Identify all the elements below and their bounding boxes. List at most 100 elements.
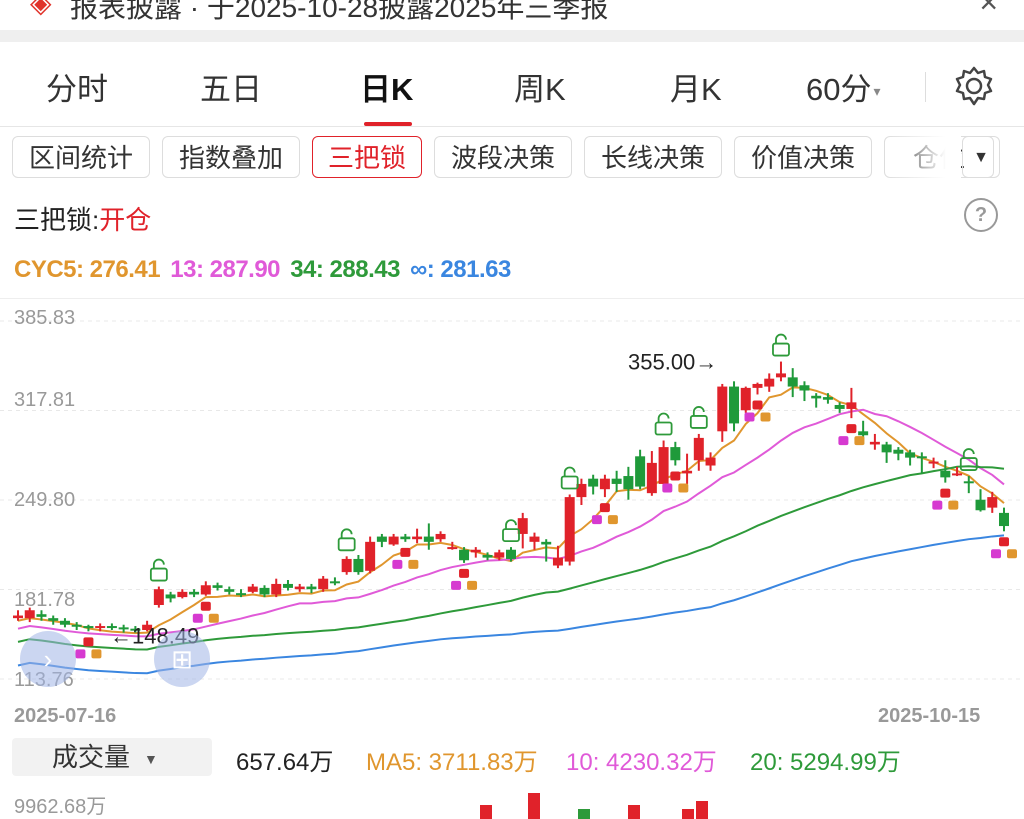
candle-body[interactable] (975, 499, 986, 511)
lock-icon (607, 515, 618, 525)
candle-body[interactable] (952, 473, 963, 476)
chip-long-term-decision[interactable]: 长线决策 (584, 136, 722, 178)
chip-band-decision[interactable]: 波段决策 (434, 136, 572, 178)
candle-body[interactable] (717, 386, 728, 432)
candle-body[interactable] (705, 457, 716, 466)
candle-body[interactable] (83, 626, 94, 629)
tab-intraday[interactable]: 分时 (46, 64, 108, 109)
candle-body[interactable] (846, 402, 857, 409)
candle-body[interactable] (271, 583, 282, 595)
candle-body[interactable] (693, 437, 704, 461)
candle-body[interactable] (729, 386, 740, 424)
tab-weekly-k[interactable]: 周K (514, 64, 566, 109)
candle-body[interactable] (599, 478, 610, 490)
candle-body[interactable] (635, 456, 646, 487)
candle-body[interactable] (376, 536, 387, 542)
candle-body[interactable] (963, 481, 974, 484)
candle-body[interactable] (329, 581, 340, 584)
candle-body[interactable] (529, 536, 540, 542)
candle-body[interactable] (623, 476, 634, 490)
candle-body[interactable] (940, 470, 951, 478)
candle-body[interactable] (459, 549, 470, 561)
candle-body[interactable] (822, 397, 833, 400)
candle-body[interactable] (552, 557, 563, 566)
candle-body[interactable] (318, 578, 329, 590)
candle-body[interactable] (682, 470, 693, 474)
volume-selector[interactable]: 成交量 ▼ (12, 738, 212, 776)
candle-body[interactable] (306, 586, 317, 590)
candle-body[interactable] (740, 387, 751, 411)
candle-body[interactable] (71, 624, 82, 627)
candle-body[interactable] (506, 549, 516, 559)
candle-body[interactable] (787, 377, 798, 387)
candle-body[interactable] (447, 547, 458, 550)
candle-body[interactable] (388, 536, 399, 545)
candle-body[interactable] (200, 585, 211, 595)
gear-icon[interactable] (952, 64, 996, 108)
kline-chart[interactable]: 355.00→ ←148.49 385.83 317.81 249.80 181.… (0, 298, 1024, 699)
candle-body[interactable] (834, 404, 845, 409)
candle-body[interactable] (482, 554, 493, 558)
candle-body[interactable] (987, 497, 998, 508)
candle-body[interactable] (212, 585, 223, 588)
tab-five-day[interactable]: 五日 (200, 64, 262, 109)
candle-body[interactable] (224, 589, 235, 592)
candle-body[interactable] (95, 626, 106, 629)
candle-body[interactable] (13, 615, 23, 619)
candle-body[interactable] (999, 512, 1009, 527)
candle-body[interactable] (869, 441, 880, 445)
candle-body[interactable] (670, 447, 681, 461)
candle-body[interactable] (775, 373, 786, 378)
candle-body[interactable] (423, 536, 434, 542)
candle-body[interactable] (881, 444, 892, 453)
scroll-left-button[interactable]: › (20, 631, 76, 687)
candle-body[interactable] (916, 456, 927, 459)
tab-monthly-k[interactable]: 月K (670, 64, 722, 109)
candle-body[interactable] (189, 591, 200, 595)
candle-body[interactable] (353, 558, 364, 573)
help-icon[interactable]: ? (964, 198, 998, 232)
candle-body[interactable] (541, 541, 552, 545)
candle-body[interactable] (588, 478, 599, 487)
report-banner[interactable]: ◈ 报表披露 · 于2025-10-28披露2025年三季报 × (0, 0, 1024, 30)
candle-body[interactable] (494, 552, 505, 558)
candle-body[interactable] (236, 593, 247, 596)
candle-body[interactable] (799, 385, 810, 391)
candle-body[interactable] (177, 591, 188, 598)
candle-body[interactable] (48, 618, 59, 621)
candle-body[interactable] (294, 586, 305, 590)
candle-body[interactable] (646, 462, 657, 494)
candle-body[interactable] (282, 583, 293, 588)
candle-body[interactable] (658, 447, 669, 484)
chip-more-dropdown[interactable]: ▼ (962, 136, 1000, 178)
candle-body[interactable] (153, 589, 164, 605)
candle-body[interactable] (564, 497, 575, 562)
tab-60-min[interactable]: 60分 ▾ (806, 64, 881, 109)
candle-body[interactable] (858, 431, 869, 436)
chip-value-decision[interactable]: 价值决策 (734, 136, 872, 178)
chart-mode-button[interactable]: ⊞ (154, 631, 210, 687)
candle-body[interactable] (365, 541, 376, 571)
tab-daily-k[interactable]: 日K (360, 64, 413, 109)
candle-body[interactable] (611, 478, 622, 484)
candle-body[interactable] (435, 533, 446, 540)
candle-body[interactable] (247, 586, 258, 592)
candle-body[interactable] (905, 452, 916, 458)
close-icon[interactable]: × (979, 0, 998, 21)
candle-body[interactable] (59, 620, 70, 625)
candle-body[interactable] (928, 461, 939, 464)
candle-body[interactable] (764, 378, 775, 387)
candle-body[interactable] (341, 558, 352, 573)
candle-body[interactable] (400, 536, 411, 540)
candle-body[interactable] (752, 383, 763, 388)
chip-three-locks[interactable]: 三把锁 (312, 136, 422, 178)
candle-body[interactable] (470, 549, 481, 553)
chip-range-stats[interactable]: 区间统计 (12, 136, 150, 178)
candle-body[interactable] (412, 536, 423, 540)
candle-body[interactable] (893, 449, 904, 454)
candle-body[interactable] (259, 587, 270, 595)
candle-body[interactable] (165, 594, 176, 599)
candle-body[interactable] (36, 614, 47, 617)
chip-index-overlay[interactable]: 指数叠加 (162, 136, 300, 178)
candle-body[interactable] (811, 395, 822, 399)
